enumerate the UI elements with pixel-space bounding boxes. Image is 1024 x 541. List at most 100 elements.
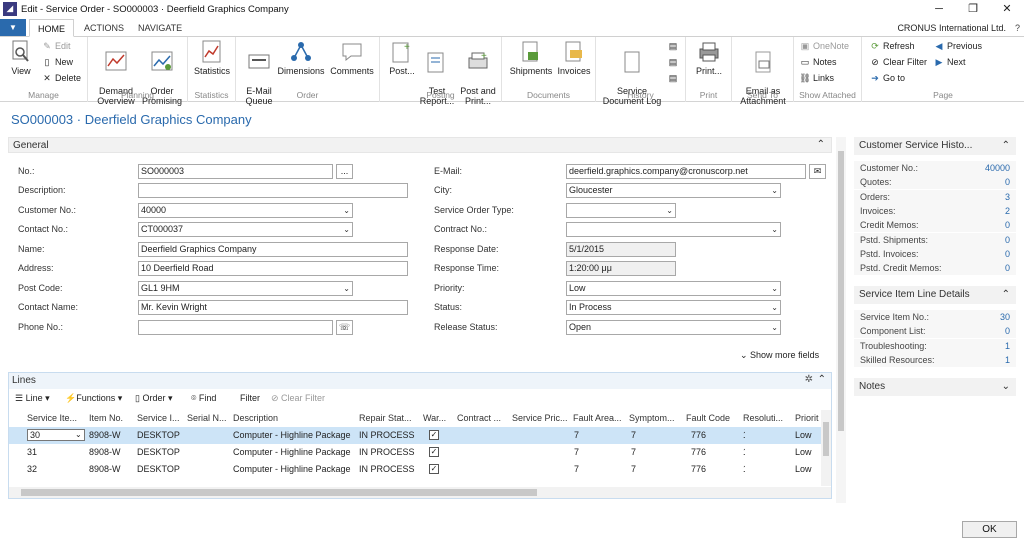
factbox-value-link[interactable]: 3 <box>1005 192 1010 202</box>
shipments-button[interactable]: Shipments <box>506 40 556 76</box>
factbox-value-link[interactable]: 1 <box>1005 341 1010 351</box>
clear-filter-button[interactable]: ⊘ Clear Filter <box>870 57 927 68</box>
factbox-value-link[interactable]: 1 <box>1005 355 1010 365</box>
filter-button[interactable]: Filter <box>240 393 260 403</box>
notes-button[interactable]: ▭ Notes <box>800 57 837 68</box>
chevron-up-icon[interactable]: ⌃ <box>817 139 825 150</box>
column-header[interactable]: Fault Area... <box>573 413 627 423</box>
help-button[interactable]: ? <box>1015 19 1020 37</box>
field-input-right[interactable]: In Process ⌄ <box>566 300 781 315</box>
factbox-value-link[interactable]: 30 <box>1000 312 1010 322</box>
column-header[interactable]: War... <box>423 413 455 423</box>
chevron-down-icon[interactable]: ⌄ <box>771 184 778 197</box>
phone-icon[interactable]: ☏ <box>336 320 353 335</box>
factbox-value-link[interactable]: 0 <box>1005 263 1010 273</box>
field-input-left[interactable]: Mr. Kevin Wright <box>138 300 408 315</box>
chevron-down-icon[interactable]: ⌄ <box>343 282 350 295</box>
field-input-right[interactable]: Open ⌄ <box>566 320 781 335</box>
post-button[interactable]: + Post... <box>384 40 420 76</box>
column-header[interactable]: Fault Code <box>686 413 741 423</box>
lines-clear-filter-button[interactable]: ⊘ Clear Filter <box>271 393 325 404</box>
company-name[interactable]: CRONUS International Ltd. <box>897 19 1006 37</box>
view-button[interactable]: View <box>6 40 36 76</box>
tab-navigate[interactable]: NAVIGATE <box>130 19 190 37</box>
field-input-right[interactable]: Gloucester ⌄ <box>566 183 781 198</box>
next-button[interactable]: ▶ Next <box>934 57 966 68</box>
lines-horizontal-scroll-thumb[interactable] <box>21 489 537 496</box>
chevron-down-icon[interactable]: ⌄ <box>666 204 673 217</box>
invoices-button[interactable]: Invoices <box>554 40 594 76</box>
tab-home[interactable]: HOME <box>29 19 74 37</box>
column-header[interactable]: Item No. <box>89 413 135 423</box>
factbox-value-link[interactable]: 0 <box>1005 249 1010 259</box>
factbox-value-link[interactable]: 0 <box>1005 220 1010 230</box>
column-header[interactable]: Contract ... <box>457 413 509 423</box>
chevron-up-icon[interactable]: ⌃ <box>818 374 826 385</box>
factbox-value-link[interactable]: 40000 <box>985 163 1010 173</box>
column-header[interactable]: Service I... <box>137 413 185 423</box>
chevron-up-icon[interactable]: ⌃ <box>1002 140 1010 151</box>
column-header[interactable]: Description <box>233 413 357 423</box>
factbox-value-link[interactable]: 0 <box>1005 235 1010 245</box>
column-header[interactable]: Priorit <box>795 413 821 423</box>
column-header[interactable]: Service Ite... <box>27 413 85 423</box>
go-to-button[interactable]: ➔ Go to <box>870 73 905 84</box>
chevron-down-icon[interactable]: ⌄ <box>771 321 778 334</box>
field-input-right[interactable]: Low ⌄ <box>566 281 781 296</box>
chevron-down-icon[interactable]: ⌄ <box>343 223 350 236</box>
field-input-right[interactable]: ⌄ <box>566 222 781 237</box>
factbox-value-link[interactable]: 2 <box>1005 206 1010 216</box>
chevron-down-icon[interactable]: ⌄ <box>771 301 778 314</box>
field-input-left[interactable] <box>138 183 408 198</box>
factbox-value-link[interactable]: 0 <box>1005 177 1010 187</box>
service-item-line-details-header[interactable]: Service Item Line Details ⌃ <box>854 286 1016 304</box>
table-row[interactable]: 32 8908-W DESKTOP Computer - Highline Packa… <box>9 461 821 478</box>
statistics-button[interactable]: Statistics <box>192 40 232 76</box>
edit-button[interactable]: ✎ Edit <box>42 41 70 52</box>
order-menu-button[interactable]: ▯ Order ▾ <box>135 393 173 404</box>
assist-edit-button[interactable]: ... <box>336 164 353 179</box>
comments-button[interactable]: Comments <box>328 40 376 76</box>
column-header[interactable]: Resoluti... <box>743 413 793 423</box>
new-button[interactable]: ▯ New <box>42 57 74 68</box>
warranty-checkbox[interactable]: ✓ <box>429 430 439 440</box>
field-input-left[interactable]: CT000037 ⌄ <box>138 222 353 237</box>
previous-button[interactable]: ◀ Previous <box>934 41 982 52</box>
warranty-checkbox[interactable]: ✓ <box>429 464 439 474</box>
find-button[interactable]: ⌾ Find <box>191 393 216 404</box>
table-row[interactable]: 30 8908-W DESKTOP Computer - Highline Packa… <box>9 427 821 444</box>
functions-menu-button[interactable]: ⚡Functions ▾ <box>65 393 122 404</box>
lines-horizontal-scrollbar[interactable] <box>9 487 831 498</box>
chevron-down-icon[interactable]: ⌄ <box>75 430 82 439</box>
history-small-button-3[interactable]: ▤ <box>668 73 678 83</box>
customer-service-history-header[interactable]: Customer Service Histo... ⌃ <box>854 137 1016 155</box>
column-header[interactable]: Service Pric... <box>512 413 570 423</box>
chevron-down-icon[interactable]: ⌄ <box>771 223 778 236</box>
history-small-button-1[interactable]: ▤ <box>668 41 678 51</box>
factbox-value-link[interactable]: 0 <box>1005 326 1010 336</box>
tab-actions[interactable]: ACTIONS <box>76 19 132 37</box>
field-input-left[interactable]: SO000003 <box>138 164 333 179</box>
field-input-right[interactable]: deerfield.graphics.company@cronuscorp.ne… <box>566 164 806 179</box>
app-menu-button[interactable]: ▼ <box>0 19 26 36</box>
onenote-button[interactable]: ▣ OneNote <box>800 41 849 52</box>
refresh-button[interactable]: ⟳ Refresh <box>870 41 914 52</box>
general-header[interactable]: General ⌃ <box>8 137 832 153</box>
chevron-down-icon[interactable]: ⌄ <box>1002 381 1010 392</box>
field-input-left[interactable]: Deerfield Graphics Company <box>138 242 408 257</box>
email-icon[interactable]: ✉ <box>809 164 826 179</box>
delete-button[interactable]: ✕ Delete <box>42 73 81 84</box>
column-header[interactable]: Repair Stat... <box>359 413 421 423</box>
column-header[interactable]: Serial N... <box>187 413 231 423</box>
table-row[interactable]: 31 8908-W DESKTOP Computer - Highline Packa… <box>9 444 821 461</box>
field-input-right[interactable]: ⌄ <box>566 203 676 218</box>
gear-icon[interactable]: ✲ <box>805 374 813 385</box>
lines-header[interactable]: Lines ✲ ⌃ <box>9 373 831 389</box>
show-more-fields-button[interactable]: ⌄ Show more fields <box>740 350 819 361</box>
close-button[interactable]: ✕ <box>990 0 1024 18</box>
field-input-left[interactable]: 40000 ⌄ <box>138 203 353 218</box>
line-menu-button[interactable]: ☰ Line ▾ <box>15 393 50 404</box>
lines-vertical-scrollbar[interactable] <box>821 410 831 486</box>
dimensions-button[interactable]: Dimensions <box>276 40 326 76</box>
history-small-button-2[interactable]: ▤ <box>668 57 678 67</box>
